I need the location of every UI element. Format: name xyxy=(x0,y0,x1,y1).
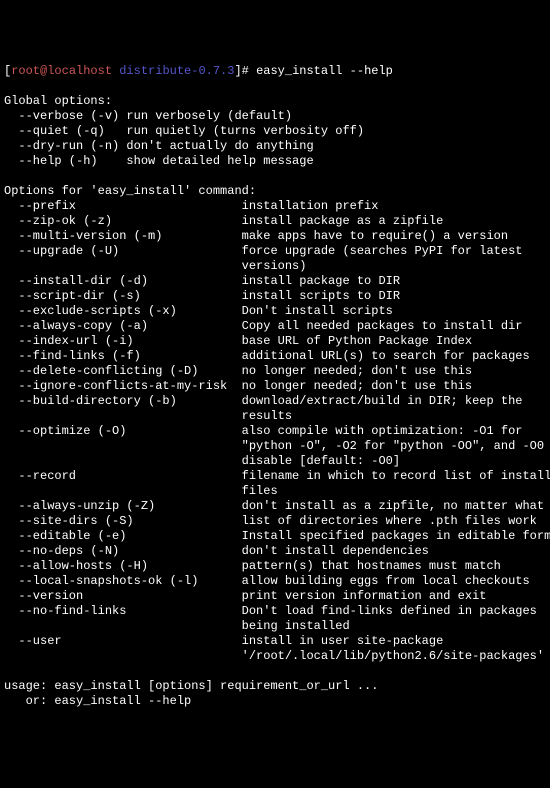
global-options-heading: Global options: xyxy=(4,94,112,108)
prompt-command: easy_install --help xyxy=(256,64,393,78)
global-options-list: --verbose (-v) run verbosely (default) -… xyxy=(4,109,364,168)
command-options-list: --prefix installation prefix --zip-ok (-… xyxy=(4,199,550,663)
prompt-user-host: root@localhost xyxy=(11,64,112,78)
prompt-cwd: distribute-0.7.3 xyxy=(119,64,234,78)
command-options-heading: Options for 'easy_install' command: xyxy=(4,184,256,198)
usage-line-2: or: easy_install --help xyxy=(4,694,191,708)
usage-line-1: usage: easy_install [options] requiremen… xyxy=(4,679,378,693)
terminal-output[interactable]: [root@localhost distribute-0.7.3]# easy_… xyxy=(4,64,546,709)
prompt-line: [root@localhost distribute-0.7.3]# easy_… xyxy=(4,64,393,78)
